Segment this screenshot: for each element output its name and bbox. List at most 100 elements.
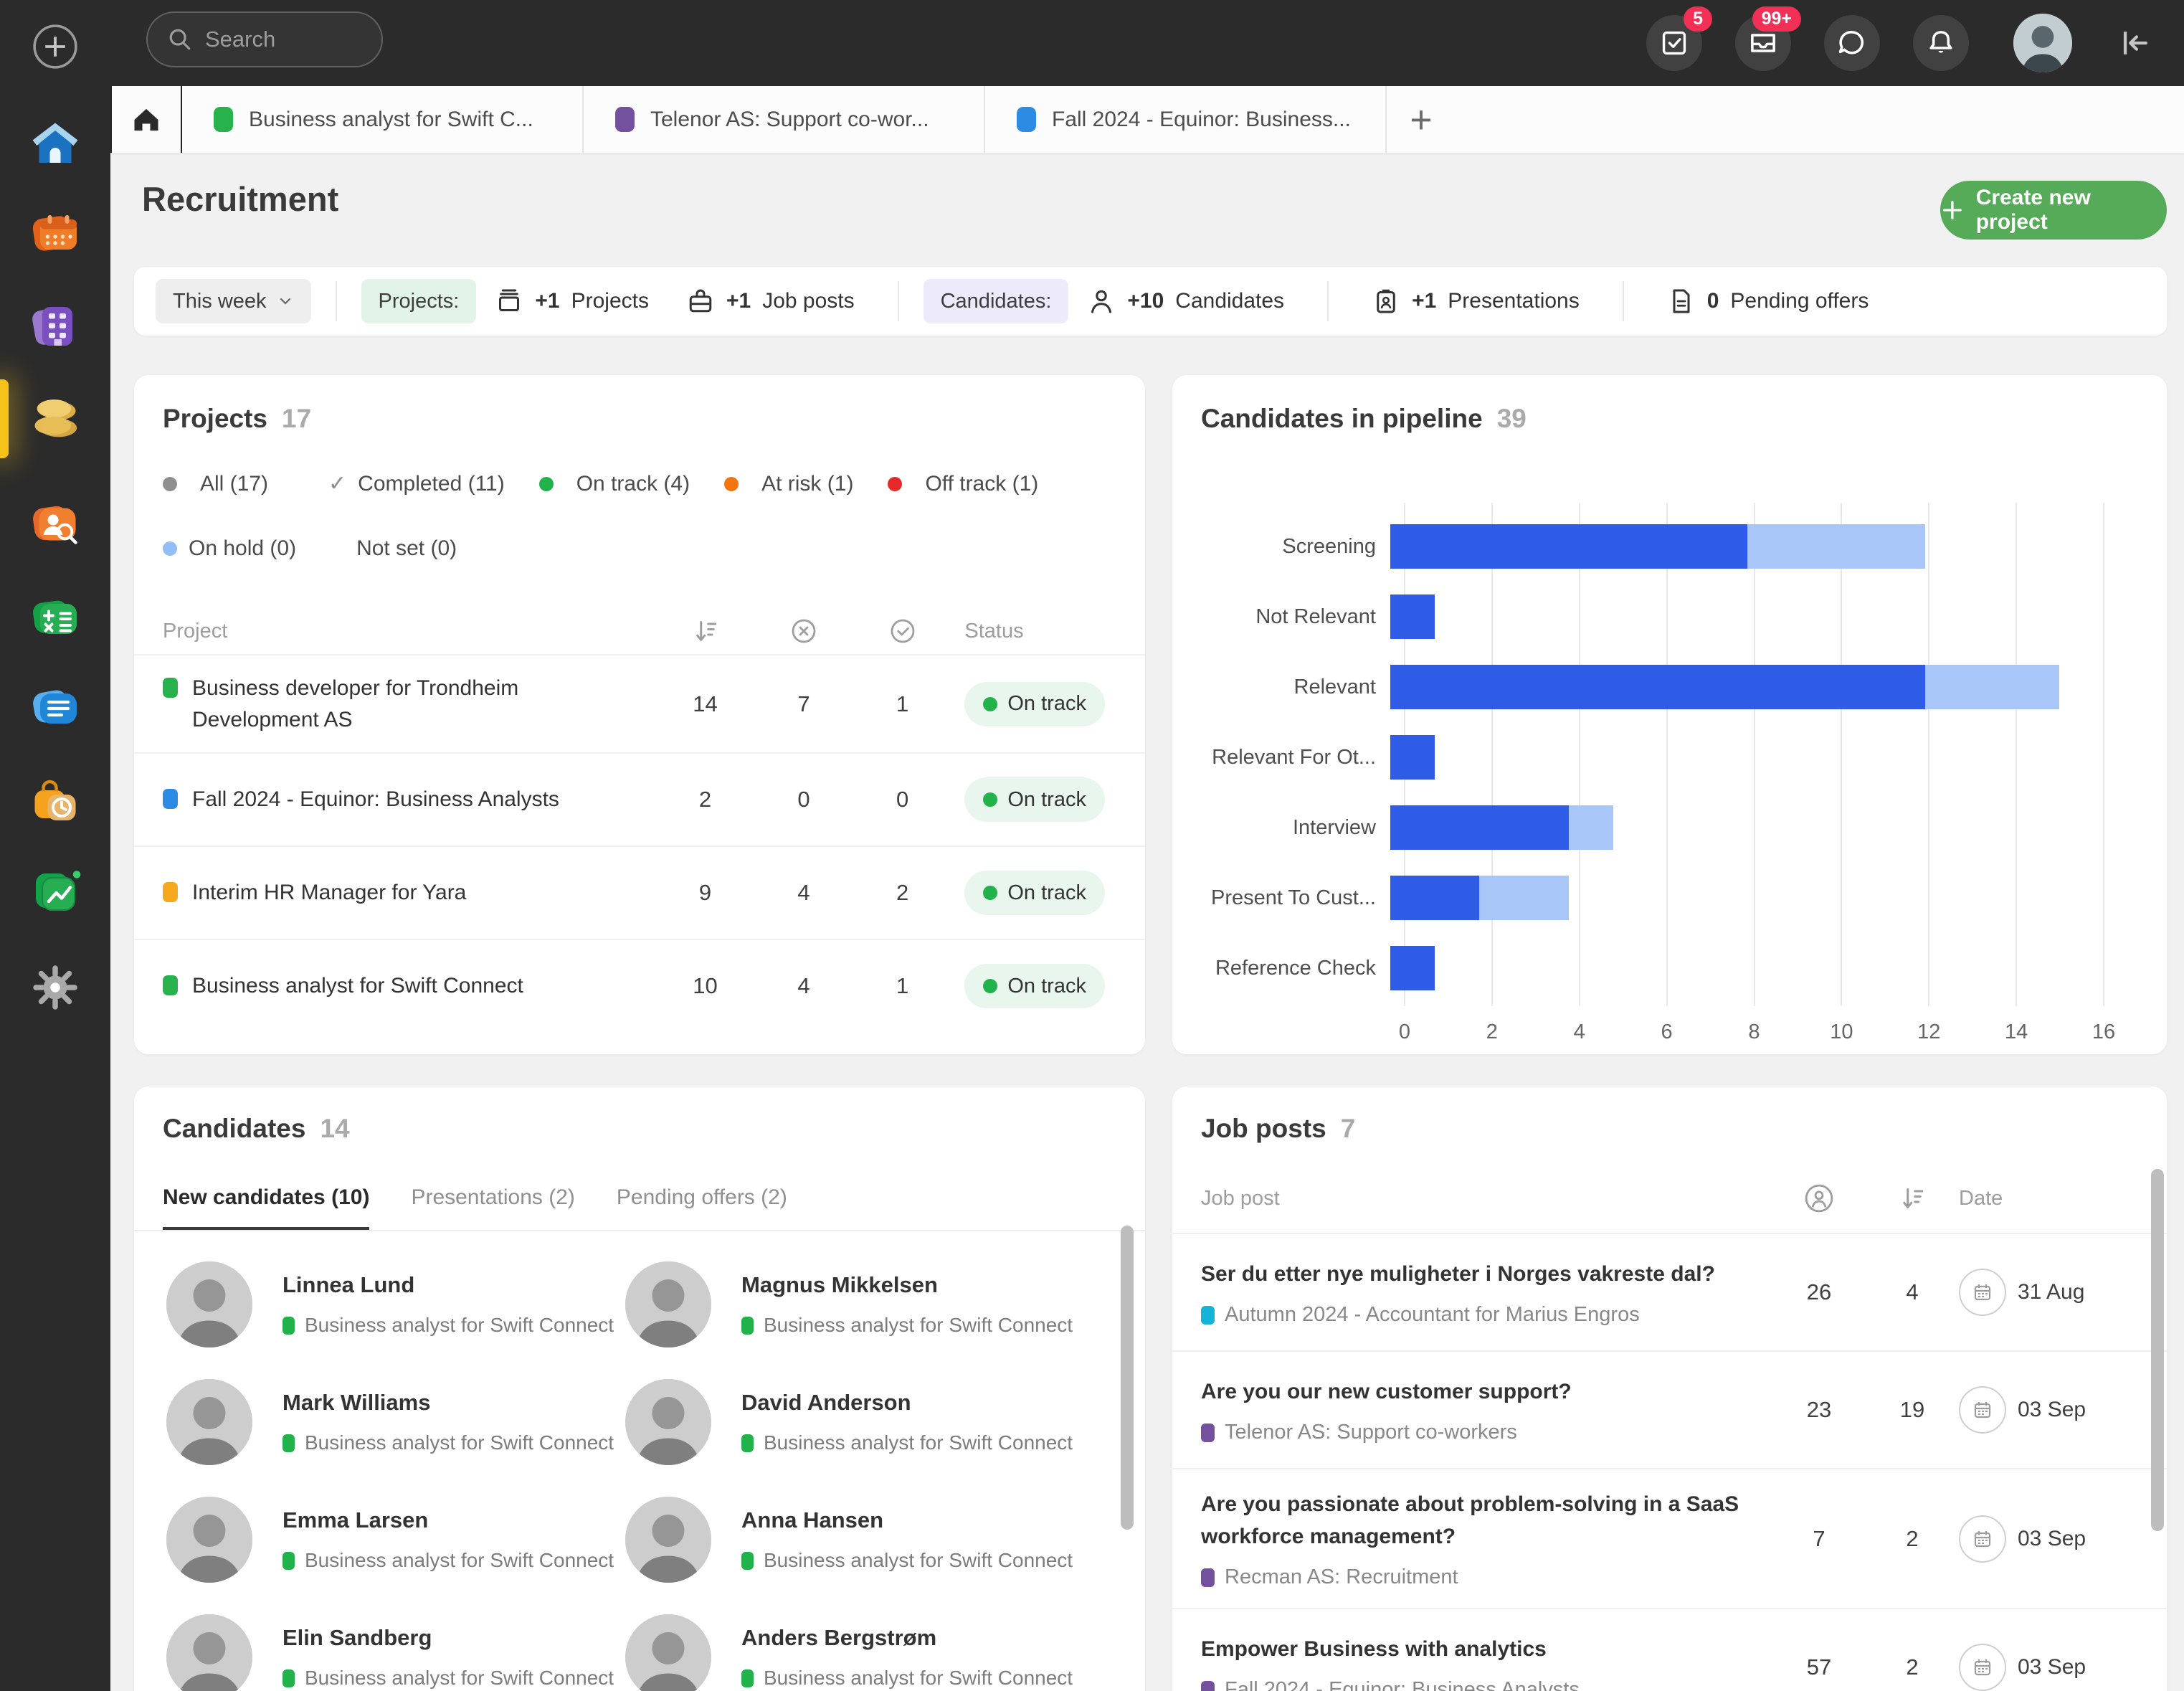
status-filter[interactable]: All (17) bbox=[163, 471, 268, 496]
jobpost-new-count: 4 bbox=[1866, 1279, 1959, 1305]
candidate-project: Business analyst for Swift Connect bbox=[764, 1549, 1073, 1572]
sort-column-header[interactable] bbox=[656, 617, 755, 645]
sidebar-item-time[interactable] bbox=[0, 764, 110, 843]
jobpost-project: Recman AS: Recruitment bbox=[1225, 1566, 1458, 1589]
pending-offers-stat[interactable]: 0 Pending offers bbox=[1667, 287, 1869, 316]
status-filter[interactable]: Off track (1) bbox=[888, 471, 1038, 496]
project-row[interactable]: Business developer for Trondheim Develop… bbox=[134, 654, 1145, 752]
candidates-tab[interactable]: Presentations (2) bbox=[411, 1185, 574, 1230]
tab-home[interactable] bbox=[110, 86, 182, 153]
sort-column-header[interactable] bbox=[1866, 1184, 1959, 1213]
sidebar-item-calendar[interactable] bbox=[0, 195, 110, 274]
status-filter[interactable]: On hold (0) bbox=[163, 536, 296, 561]
chart-bar-segment-primary[interactable] bbox=[1390, 946, 1435, 990]
sidebar-item-candidate-search[interactable] bbox=[0, 485, 110, 564]
chat-icon bbox=[1836, 27, 1868, 59]
sidebar-item-candidates[interactable] bbox=[0, 379, 110, 458]
chart-bar-segment-primary[interactable] bbox=[1390, 876, 1479, 920]
page-title: Recruitment bbox=[142, 179, 338, 219]
divider bbox=[898, 281, 899, 321]
tasks-button[interactable]: 5 bbox=[1646, 15, 1702, 71]
status-filter[interactable]: ✓ Completed (11) bbox=[303, 471, 505, 496]
sort-descending-icon bbox=[691, 617, 720, 645]
x-tick-label: 14 bbox=[2005, 1020, 2028, 1044]
candidate-name: Mark Williams bbox=[283, 1390, 614, 1416]
sidebar-item-home[interactable] bbox=[0, 104, 110, 183]
jobpost-date: 03 Sep bbox=[2018, 1527, 2086, 1551]
chart-category-label: Not Relevant bbox=[1172, 605, 1390, 629]
candidate-item[interactable]: Anders Bergstrøm Business analyst for Sw… bbox=[625, 1598, 1084, 1691]
jobpost-row[interactable]: Are you our new customer support? Teleno… bbox=[1172, 1350, 2167, 1468]
search-placeholder: Search bbox=[205, 27, 275, 52]
candidates-tab[interactable]: New candidates (10) bbox=[163, 1185, 369, 1230]
user-avatar[interactable] bbox=[2013, 14, 2072, 72]
project-tab[interactable]: Business analyst for Swift C... bbox=[182, 86, 584, 153]
pipeline-chart-rows: ScreeningNot RelevantRelevantRelevant Fo… bbox=[1172, 511, 2104, 1003]
recruitment-dashboard: Search 5 99+ bbox=[0, 0, 2184, 1691]
jobpost-row[interactable]: Empower Business with analytics Fall 202… bbox=[1172, 1608, 2167, 1691]
jobpost-row[interactable]: Are you passionate about problem-solving… bbox=[1172, 1468, 2167, 1608]
project-color-dot bbox=[741, 1317, 754, 1335]
create-button-label: Create new project bbox=[1976, 186, 2167, 235]
project-row[interactable]: Business analyst for Swift Connect 10 4 … bbox=[134, 939, 1145, 1032]
jobposts-card-title: Job posts bbox=[1201, 1114, 1326, 1144]
add-button[interactable] bbox=[0, 7, 110, 86]
presentations-added-stat[interactable]: +1 Presentations bbox=[1372, 287, 1580, 316]
candidate-item[interactable]: Elin Sandberg Business analyst for Swift… bbox=[166, 1598, 625, 1691]
project-tab[interactable]: Telenor AS: Support co-wor... bbox=[584, 86, 985, 153]
period-select[interactable]: This week bbox=[156, 279, 311, 323]
notifications-button[interactable] bbox=[1913, 15, 1969, 71]
new-tab-button[interactable]: + bbox=[1387, 86, 1456, 153]
jobposts-added-stat[interactable]: +1 Job posts bbox=[686, 287, 855, 316]
candidate-item[interactable]: Magnus Mikkelsen Business analyst for Sw… bbox=[625, 1246, 1084, 1363]
candidates-card: Candidates 14 New candidates (10) Presen… bbox=[134, 1086, 1145, 1691]
messages-button[interactable] bbox=[1824, 15, 1880, 71]
candidates-column-header[interactable] bbox=[1772, 1183, 1866, 1214]
status-filter[interactable]: On track (4) bbox=[539, 471, 690, 496]
candidates-tab[interactable]: Pending offers (2) bbox=[617, 1185, 787, 1230]
search-input[interactable]: Search bbox=[146, 11, 383, 67]
candidate-item[interactable]: Emma Larsen Business analyst for Swift C… bbox=[166, 1481, 625, 1598]
chart-bar-segment-primary[interactable] bbox=[1390, 665, 1925, 709]
jobpost-candidates-count: 26 bbox=[1772, 1279, 1866, 1305]
status-label: On track bbox=[1007, 788, 1086, 812]
projects-added-stat[interactable]: +1 Projects bbox=[495, 287, 649, 316]
chart-bar-track bbox=[1390, 805, 2104, 850]
inbox-button[interactable]: 99+ bbox=[1735, 15, 1791, 71]
jobpost-row[interactable]: Ser du etter nye muligheter i Norges vak… bbox=[1172, 1233, 2167, 1350]
sidebar-item-settings[interactable] bbox=[0, 948, 110, 1027]
sidebar-item-calculations[interactable] bbox=[0, 579, 110, 658]
project-row[interactable]: Interim HR Manager for Yara 9 4 2 On tra… bbox=[134, 846, 1145, 939]
chart-bar-segment-secondary[interactable] bbox=[1747, 524, 1926, 569]
status-filter[interactable]: Not set (0) bbox=[331, 536, 457, 561]
project-row[interactable]: Fall 2024 - Equinor: Business Analysts 2… bbox=[134, 752, 1145, 846]
chart-bar-segment-primary[interactable] bbox=[1390, 524, 1747, 569]
candidates-scrollbar[interactable] bbox=[1121, 1226, 1134, 1530]
status-filter[interactable]: At risk (1) bbox=[724, 471, 853, 496]
sidebar-item-analytics[interactable] bbox=[0, 853, 110, 932]
chart-bar-segment-secondary[interactable] bbox=[1925, 665, 2059, 709]
project-tab[interactable]: Fall 2024 - Equinor: Business... bbox=[985, 86, 1387, 153]
rejected-column-header[interactable] bbox=[754, 617, 853, 645]
create-new-project-button[interactable]: Create new project bbox=[1940, 181, 2167, 240]
jobpost-title: Are you our new customer support? bbox=[1201, 1375, 1746, 1408]
accepted-column-header[interactable] bbox=[853, 617, 952, 645]
sidebar-item-documents[interactable] bbox=[0, 669, 110, 748]
chart-bar-segment-primary[interactable] bbox=[1390, 805, 1569, 850]
collapse-panel-button[interactable] bbox=[2118, 27, 2151, 60]
candidate-item[interactable]: Anna Hansen Business analyst for Swift C… bbox=[625, 1481, 1084, 1598]
chart-bar-segment-secondary[interactable] bbox=[1479, 876, 1568, 920]
sidebar-item-companies[interactable] bbox=[0, 287, 110, 366]
chart-bar-segment-primary[interactable] bbox=[1390, 735, 1435, 780]
chart-x-axis: 0246810121416 bbox=[1405, 1020, 2104, 1049]
chart-bar-segment-secondary[interactable] bbox=[1569, 805, 1613, 850]
document-icon bbox=[29, 683, 81, 734]
candidates-added-stat[interactable]: +10 Candidates bbox=[1087, 287, 1284, 316]
chart-bar-segment-primary[interactable] bbox=[1390, 595, 1435, 639]
id-badge-icon bbox=[1372, 287, 1400, 316]
briefcase-clock-icon bbox=[29, 777, 81, 829]
candidate-item[interactable]: David Anderson Business analyst for Swif… bbox=[625, 1363, 1084, 1481]
jobposts-scrollbar[interactable] bbox=[2151, 1169, 2164, 1531]
candidate-item[interactable]: Mark Williams Business analyst for Swift… bbox=[166, 1363, 625, 1481]
candidate-item[interactable]: Linnea Lund Business analyst for Swift C… bbox=[166, 1246, 625, 1363]
